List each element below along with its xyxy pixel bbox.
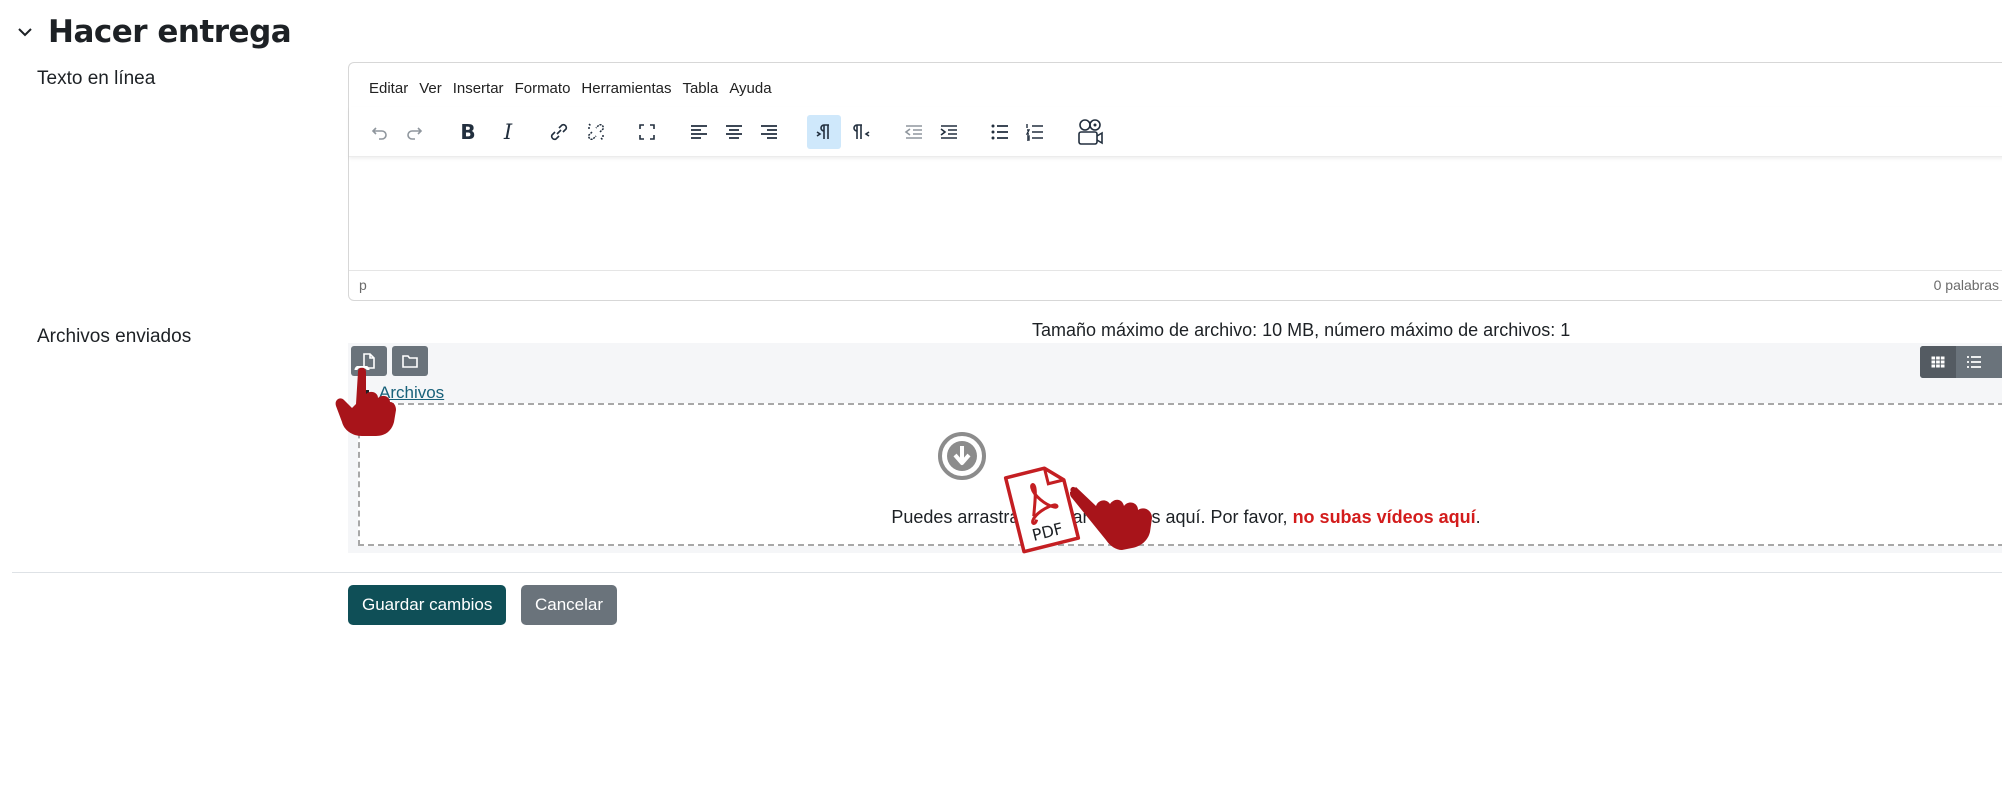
list-view-button[interactable] bbox=[1956, 346, 1992, 378]
download-arrow-icon bbox=[938, 432, 986, 480]
menu-view[interactable]: Ver bbox=[419, 80, 442, 97]
ltr-icon[interactable] bbox=[807, 115, 841, 149]
menu-tools[interactable]: Herramientas bbox=[581, 80, 671, 97]
menu-format[interactable]: Formato bbox=[515, 80, 571, 97]
bold-icon[interactable]: B bbox=[455, 115, 481, 149]
redo-icon[interactable] bbox=[401, 115, 427, 149]
pointing-hand-icon bbox=[335, 366, 396, 436]
grid-icon bbox=[1931, 356, 1945, 368]
video-warning-text: no subas vídeos aquí bbox=[1292, 507, 1476, 527]
unlink-icon[interactable] bbox=[582, 115, 610, 149]
online-text-label: Texto en línea bbox=[37, 68, 156, 89]
file-limits-text: Tamaño máximo de archivo: 10 MB, número … bbox=[1032, 320, 1571, 340]
folder-icon bbox=[402, 355, 418, 368]
element-path[interactable]: p bbox=[359, 277, 367, 293]
grid-view-button[interactable] bbox=[1920, 346, 1956, 378]
numbered-list-icon[interactable] bbox=[1022, 115, 1048, 149]
list-icon bbox=[1967, 356, 1981, 368]
editor-menubar: Editar Ver Insertar Formato Herramientas… bbox=[369, 80, 783, 97]
submitted-files-label: Archivos enviados bbox=[37, 326, 192, 347]
dropzone-text: Puedes arrastrar y soltar archivos aquí.… bbox=[891, 507, 1481, 527]
pointing-hand-icon bbox=[1068, 484, 1152, 550]
align-center-icon[interactable] bbox=[721, 115, 747, 149]
bullet-list-icon[interactable] bbox=[987, 115, 1013, 149]
indent-icon[interactable] bbox=[936, 115, 962, 149]
rich-text-editor[interactable]: Editar Ver Insertar Formato Herramientas… bbox=[348, 62, 2002, 301]
undo-icon[interactable] bbox=[367, 115, 393, 149]
media-recorder-icon[interactable] bbox=[1073, 115, 1107, 149]
cancel-button[interactable]: Cancelar bbox=[521, 585, 618, 625]
align-left-icon[interactable] bbox=[686, 115, 712, 149]
menu-edit[interactable]: Editar bbox=[369, 80, 408, 97]
file-dropzone[interactable]: Puedes arrastrar y soltar archivos aquí.… bbox=[358, 403, 2002, 546]
menu-table[interactable]: Tabla bbox=[682, 80, 718, 97]
italic-icon[interactable]: I bbox=[495, 115, 521, 149]
chevron-down-icon[interactable] bbox=[14, 21, 36, 43]
create-folder-button[interactable] bbox=[392, 346, 428, 376]
section-header[interactable]: Hacer entrega bbox=[14, 14, 292, 50]
view-switcher bbox=[1920, 346, 2002, 378]
section-title: Hacer entrega bbox=[48, 14, 292, 50]
link-icon[interactable] bbox=[545, 115, 573, 149]
save-changes-button[interactable]: Guardar cambios bbox=[348, 585, 507, 625]
align-right-icon[interactable] bbox=[756, 115, 782, 149]
editor-statusbar: p 0 palabras bbox=[349, 270, 2002, 300]
word-count: 0 palabras bbox=[1933, 277, 1999, 293]
outdent-icon[interactable] bbox=[901, 115, 927, 149]
menu-help[interactable]: Ayuda bbox=[729, 80, 771, 97]
rtl-icon[interactable] bbox=[847, 115, 877, 149]
form-divider bbox=[12, 572, 2002, 573]
menu-insert[interactable]: Insertar bbox=[453, 80, 504, 97]
editor-toolbar: B I bbox=[349, 107, 2002, 157]
fullscreen-icon[interactable] bbox=[634, 115, 660, 149]
tree-view-button[interactable] bbox=[1992, 346, 2002, 378]
